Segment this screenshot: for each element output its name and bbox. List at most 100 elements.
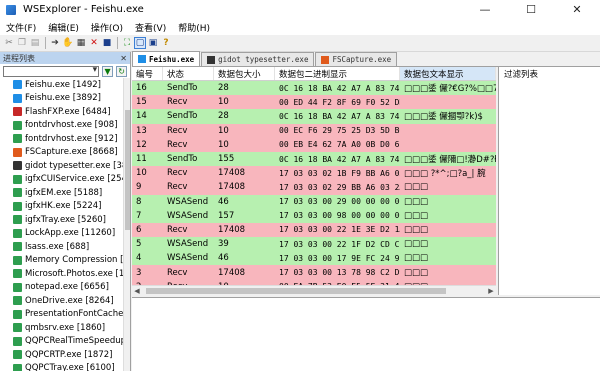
process-list-item[interactable]: igfxHK.exe [5224] [0,200,124,214]
menu-edit[interactable]: 编辑(E) [48,21,79,34]
paste-icon[interactable]: ▤ [29,37,41,49]
packet-row[interactable]: 15 Recv 10 00 ED 44 F2 8F 69 F0 52 DD 08 [132,95,496,110]
process-list-item[interactable]: qmbsrv.exe [1860] [0,321,124,335]
packet-text-cell: □□□ [404,253,429,264]
scroll-right-icon[interactable]: ▶ [486,286,496,296]
packet-row[interactable]: 6 Recv 17408 17 03 03 00 22 1E 3E D2 1A F7 □… [132,222,496,238]
close-icon[interactable]: ✕ [120,54,127,63]
help-icon[interactable]: ? [160,37,172,49]
packet-row[interactable]: 11 SendTo 155 0C 16 18 BA 42 A7 A 83 74 D □□… [132,151,496,167]
packet-row[interactable]: 16 SendTo 28 0C 16 18 BA 42 A7 A 83 74 D □□□… [132,81,496,96]
maximize-button[interactable]: ☐ [508,0,554,19]
menu-help[interactable]: 帮助(H) [178,21,210,34]
process-name: FlashFXP.exe [6484] [25,106,111,117]
packet-row[interactable]: 10 Recv 17408 17 03 03 02 1B F9 BB A6 03 2 □… [132,166,496,181]
process-list-item[interactable]: Feishu.exe [1492] [0,78,124,92]
column-header-status[interactable]: 状态 [163,67,214,80]
packet-row[interactable]: 14 SendTo 28 0C 16 18 BA 42 A7 A 83 74 D □□□… [132,109,496,124]
packet-hex-cell: 17 03 03 00 17 9E FC 24 91 42 [279,253,400,263]
packet-row[interactable]: 4 WSASend 46 17 03 03 00 17 9E FC 24 91 42 □… [132,251,496,266]
session-tab[interactable]: gidot typesetter.exe [201,52,315,66]
packet-row[interactable]: 8 WSASend 46 17 03 03 00 29 00 00 00 00 00 □… [132,194,496,209]
packet-text-cell: □□□鋈 儼摑卾?k)$ [404,112,483,123]
process-list-item[interactable]: LockApp.exe [11260] [0,227,124,241]
process-list-item[interactable]: notepad.exe [6656] [0,281,124,295]
process-name: Microsoft.Photos.exe [1 [25,268,124,279]
save-icon[interactable]: ■ [101,37,113,49]
process-filter-combo[interactable] [3,65,100,77]
packet-row[interactable]: 3 Recv 17408 17 03 03 00 13 78 98 C2 D9 B □□… [132,265,496,280]
packet-size-cell: 155 [218,154,235,165]
refresh-icon[interactable]: ↻ [116,65,127,77]
process-icon [13,147,22,157]
process-list-item[interactable]: igfxTray.exe [5260] [0,213,124,227]
process-list-item[interactable]: igfxCUIService.exe [2540 [0,173,124,187]
process-list-item[interactable]: fontdrvhost.exe [908] [0,119,124,133]
menu-view[interactable]: 查看(V) [135,21,166,34]
session-tab[interactable]: Feishu.exe [132,51,201,66]
minimize-button[interactable]: — [462,0,508,19]
menu-operate[interactable]: 操作(O) [91,21,123,34]
process-list-item[interactable]: QQPCRTP.exe [1872] [0,348,124,362]
packet-hex-cell: 17 03 03 00 22 1E 3E D2 1A F7 [279,225,400,235]
process-list-item[interactable]: igfxEM.exe [5188] [0,186,124,200]
packet-detail-panel[interactable] [132,297,600,371]
packet-row[interactable]: 9 Recv 17408 17 03 03 02 29 BB A6 03 2A □□□ [132,180,496,195]
packet-size-cell: 28 [218,111,229,122]
process-list-item[interactable]: FSCapture.exe [8668] [0,146,124,160]
filter-icon[interactable]: ▼ [102,65,114,77]
packet-status-cell: SendTo [167,83,198,94]
packet-hex-cell: 17 03 03 00 13 78 98 C2 D9 B [279,268,400,278]
process-list-item[interactable]: QQPCRealTimeSpeedup [0,335,124,349]
process-list-scrollbar[interactable] [123,78,130,371]
hand-icon[interactable]: ✋ [62,37,74,49]
session-tab[interactable]: FSCapture.exe [315,52,398,66]
column-header-id[interactable]: 编号 [132,67,163,80]
column-header-size[interactable]: 数据包大小 [214,67,275,80]
process-list-item[interactable]: PresentationFontCache.e [0,308,124,322]
packet-size-cell: 46 [218,253,229,264]
process-list-item[interactable]: lsass.exe [688] [0,240,124,254]
packet-id-cell: 13 [136,125,147,136]
process-list-item[interactable]: gidot typesetter.exe [387 [0,159,124,173]
packet-size-cell: 39 [218,239,229,250]
packet-text-cell [400,138,496,152]
process-list-item[interactable]: Memory Compression [2 [0,254,124,268]
expand-icon[interactable]: ⛶ [121,37,133,49]
filter-panel-title: 过滤列表 [504,70,539,80]
packet-row[interactable]: 12 Recv 10 00 EB E4 62 7A A0 0B D0 6B 1 [132,137,496,152]
process-list-item[interactable]: QQPCTray.exe [6100] [0,362,124,371]
packet-status-cell: Recv [167,267,188,278]
packet-row[interactable]: 13 Recv 10 00 EC F6 29 75 25 D3 5D B0 0 [132,123,496,138]
process-list-item[interactable]: Feishu.exe [3892] [0,92,124,106]
scroll-left-icon[interactable]: ◀ [132,286,142,296]
packet-text-cell: □□□鋈 儼隬□!瀞D#?ł [404,155,496,166]
scroll-thumb[interactable] [125,110,130,230]
panel-icon[interactable]: ▣ [147,37,159,49]
delete-icon[interactable]: ✕ [88,37,100,49]
cut-icon[interactable]: ✂ [3,37,15,49]
packet-hex-cell: 17 03 03 02 1B F9 BB A6 03 2 [279,168,400,178]
process-list-item[interactable]: Microsoft.Photos.exe [1 [0,267,124,281]
copy-icon[interactable]: ❐ [16,37,28,49]
window-icon[interactable]: ▢ [134,37,146,49]
column-header-hex[interactable]: 数据包二进制显示 [275,67,400,80]
packet-text-cell: □□□ [404,182,429,193]
process-icon [13,215,22,225]
packet-id-cell: 3 [136,267,142,278]
packet-row[interactable]: 7 WSASend 157 17 03 03 00 98 00 00 00 00 00… [132,208,496,223]
packet-text-cell: □□□ [404,239,429,250]
close-button[interactable]: ✕ [554,0,600,19]
packet-row[interactable]: 5 WSASend 39 17 03 03 00 22 1F D2 CD CF 2 □□… [132,237,496,252]
scroll-thumb[interactable] [146,288,446,294]
menu-file[interactable]: 文件(F) [6,21,36,34]
process-list-item[interactable]: OneDrive.exe [8264] [0,294,124,308]
packet-table-hscroll[interactable]: ◀ ▶ [132,285,496,295]
grid-icon[interactable]: ▦ [75,37,87,49]
packet-status-cell: Recv [167,97,188,108]
column-header-text[interactable]: 数据包文本显示 [400,67,496,80]
forward-icon[interactable]: ➔ [49,37,61,49]
process-list-item[interactable]: fontdrvhost.exe [912] [0,132,124,146]
process-list-item[interactable]: FlashFXP.exe [6484] [0,105,124,119]
packet-hex-cell: 00 EC F6 29 75 25 D3 5D B0 0 [279,126,400,136]
